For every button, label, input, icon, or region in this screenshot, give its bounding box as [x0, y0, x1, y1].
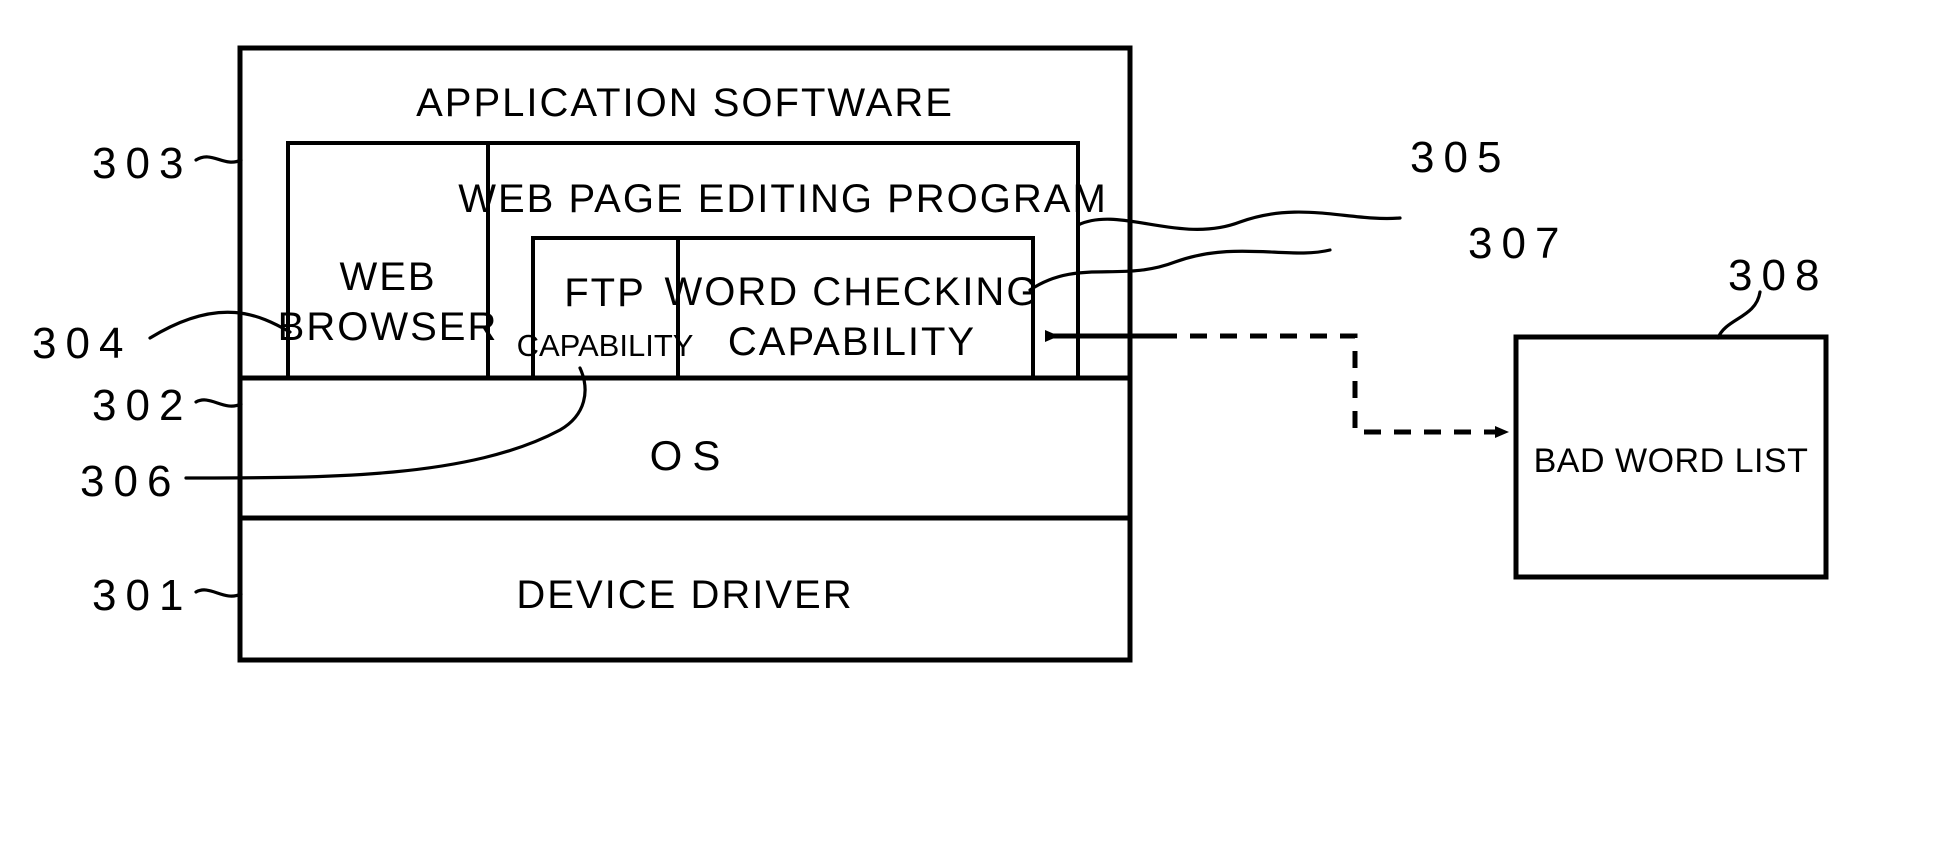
application-software-label: APPLICATION SOFTWARE [416, 81, 954, 125]
web-page-editing-program-label: WEB PAGE EDITING PROGRAM [458, 177, 1108, 221]
ref-305: 305 [1410, 133, 1510, 182]
word-checking-capability-label-line2: CAPABILITY [728, 320, 976, 364]
bad-word-list-connector [1160, 333, 1509, 438]
leader-304 [148, 310, 292, 340]
ref-301: 301 [92, 571, 192, 620]
ref-302: 302 [92, 381, 192, 430]
word-checking-capability-label-line1: WORD CHECKING [665, 270, 1040, 314]
leader-306 [184, 366, 587, 480]
os-label: OS [650, 432, 731, 479]
patent-diagram: APPLICATION SOFTWARE WEB PAGE EDITING PR… [32, 45, 1829, 663]
leader-303 [194, 155, 243, 164]
bad-word-list-label: BAD WORD LIST [1534, 442, 1809, 480]
ref-306: 306 [80, 457, 180, 506]
web-browser-label-line1: WEB [339, 255, 436, 299]
figure-canvas: APPLICATION SOFTWARE WEB PAGE EDITING PR… [0, 0, 1939, 863]
web-browser-label-line2: BROWSER [278, 305, 499, 349]
ftp-capability-label-line2: CAPABILITY [517, 328, 694, 363]
leader-301 [194, 588, 243, 598]
ref-304: 304 [32, 319, 132, 368]
ftp-capability-label-line1: FTP [564, 271, 646, 315]
leader-307 [1028, 248, 1332, 292]
ref-303: 303 [92, 139, 192, 188]
leader-302 [194, 398, 243, 408]
ref-307: 307 [1468, 219, 1568, 268]
ref-308: 308 [1728, 251, 1828, 300]
device-driver-label: DEVICE DRIVER [516, 573, 853, 617]
leader-305 [1076, 210, 1402, 231]
